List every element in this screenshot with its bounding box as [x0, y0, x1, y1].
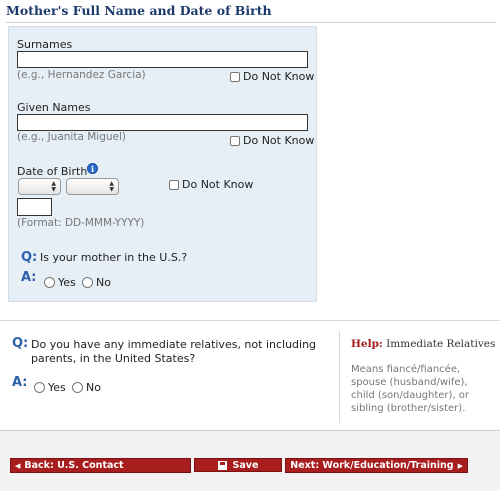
back-button[interactable]: ◀ Back: U.S. Contact [10, 458, 191, 473]
yes-label: Yes [58, 276, 76, 289]
radio-icon[interactable] [44, 277, 55, 288]
floppy-disk-icon [217, 460, 227, 470]
question-marker: Q: [21, 250, 38, 265]
dob-month-select[interactable]: ▲ ▼ [66, 178, 119, 195]
next-button[interactable]: Next: Work/Education/Training ▶ [285, 458, 468, 473]
checkbox-icon[interactable] [169, 179, 179, 190]
surnames-example: (e.g., Hernandez Garcia) [17, 69, 146, 81]
info-icon[interactable]: i [87, 163, 98, 174]
given-names-input[interactable] [17, 114, 308, 131]
radio-icon[interactable] [82, 277, 93, 288]
given-names-label: Given Names [17, 101, 91, 114]
dob-label: Date of Birth [17, 165, 88, 178]
save-button[interactable]: Save [194, 458, 282, 472]
help-topic: Immediate Relatives [386, 338, 496, 350]
help-box: Help: Immediate Relatives Means fiancé/f… [339, 331, 497, 423]
checkbox-icon[interactable] [230, 71, 240, 82]
select-arrows-icon: ▲ ▼ [51, 180, 56, 193]
radio-icon[interactable] [72, 382, 83, 393]
yes-label: Yes [48, 381, 66, 394]
section-title: Mother's Full Name and Date of Birth [6, 3, 496, 23]
checkbox-icon[interactable] [230, 135, 240, 146]
left-arrow-icon: ◀ [15, 461, 21, 470]
answer-marker: A: [21, 270, 37, 285]
given-names-do-not-know[interactable]: Do Not Know [230, 134, 314, 147]
dob-do-not-know-label: Do Not Know [182, 178, 254, 191]
given-names-example: (e.g., Juanita Miguel) [17, 131, 126, 143]
answer-marker: A: [12, 375, 28, 390]
surnames-do-not-know-label: Do Not Know [243, 70, 315, 83]
relatives-yes[interactable]: Yes [34, 381, 66, 394]
no-label: No [96, 276, 111, 289]
question-marker: Q: [12, 336, 29, 351]
dob-day-select[interactable]: ▲ ▼ [18, 178, 61, 195]
right-arrow-icon: ▶ [457, 461, 463, 470]
help-word: Help: [351, 338, 383, 350]
radio-icon[interactable] [34, 382, 45, 393]
section-divider [0, 320, 500, 321]
mother-in-us-yes[interactable]: Yes [44, 276, 76, 289]
back-button-label: Back: U.S. Contact [24, 460, 124, 471]
relatives-question-line2: parents, in the United States? [31, 352, 196, 365]
dob-do-not-know[interactable]: Do Not Know [169, 178, 253, 191]
next-button-label: Next: Work/Education/Training [290, 460, 454, 471]
given-names-do-not-know-label: Do Not Know [243, 134, 315, 147]
relatives-no[interactable]: No [72, 381, 101, 394]
help-text: Means fiancé/fiancée, spouse (husband/wi… [351, 364, 470, 414]
save-button-label: Save [232, 459, 259, 471]
select-arrows-icon: ▲ ▼ [109, 180, 114, 193]
surnames-do-not-know[interactable]: Do Not Know [230, 70, 314, 83]
help-title: Help: Immediate Relatives [351, 338, 495, 350]
surnames-label: Surnames [17, 38, 73, 51]
surnames-input[interactable] [17, 51, 308, 68]
relatives-question-line1: Do you have any immediate relatives, not… [31, 338, 317, 351]
dob-year-input[interactable] [17, 198, 52, 216]
dob-format-hint: (Format: DD-MMM-YYYY) [17, 217, 145, 229]
mother-in-us-question: Is your mother in the U.S.? [40, 251, 188, 264]
mother-in-us-no[interactable]: No [82, 276, 111, 289]
no-label: No [86, 381, 101, 394]
